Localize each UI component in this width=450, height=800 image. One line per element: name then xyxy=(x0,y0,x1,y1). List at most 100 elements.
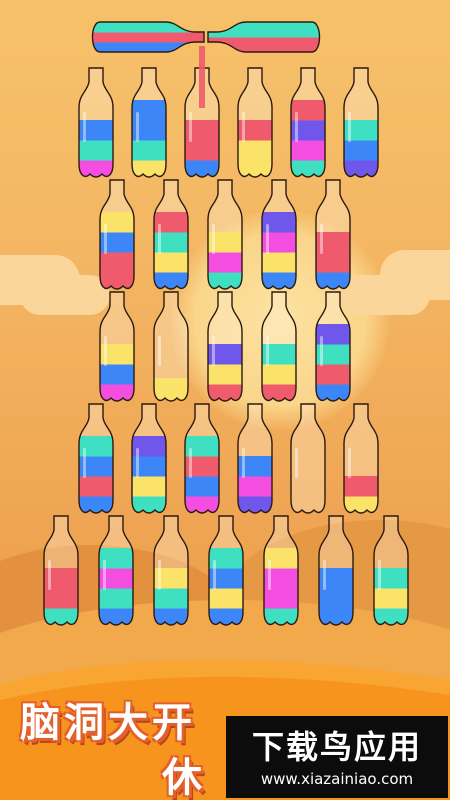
bottle-r1-c6[interactable] xyxy=(342,67,380,181)
bottle-shine xyxy=(158,560,161,590)
bottle-r1-c1[interactable] xyxy=(77,67,115,181)
bottle-r2-c1[interactable] xyxy=(98,179,136,293)
bottle-shine xyxy=(189,112,192,142)
bottle-r1-c4[interactable] xyxy=(236,67,274,181)
bottle-shine xyxy=(83,448,86,478)
pouring-bottle-right xyxy=(207,21,321,53)
bottle-shine xyxy=(266,224,269,254)
liquid-layer-red xyxy=(44,588,78,609)
liquid-layer-teal xyxy=(185,436,219,457)
bottle-r4-c1[interactable] xyxy=(77,403,115,517)
bottle-shine xyxy=(378,560,381,590)
liquid-layer-red xyxy=(238,120,272,141)
bottle-r4-c4[interactable] xyxy=(236,403,274,517)
bottle-r5-c5[interactable] xyxy=(262,515,300,629)
liquid-layer-blue xyxy=(100,364,134,385)
liquid-layer-teal xyxy=(209,548,243,569)
bottle-r5-c3[interactable] xyxy=(152,515,190,629)
liquid-layer-red xyxy=(100,252,134,273)
liquid-layer-teal xyxy=(344,120,378,141)
liquid-layer-teal xyxy=(262,344,296,365)
bottle-shine xyxy=(242,448,245,478)
bottle-shine xyxy=(348,448,351,478)
bottle-r3-c2[interactable] xyxy=(152,291,190,405)
bottle-shine xyxy=(158,336,161,366)
bottle-shine xyxy=(213,560,216,590)
liquid-layer-red xyxy=(291,100,325,121)
bottle-shine xyxy=(158,224,161,254)
bottle-r5-c6[interactable] xyxy=(317,515,355,629)
bottle-r5-c7[interactable] xyxy=(372,515,410,629)
bottle-r5-c1[interactable] xyxy=(42,515,80,629)
bottle-r2-c5[interactable] xyxy=(314,179,352,293)
liquid-layer-yellow xyxy=(132,476,166,497)
liquid-layer-purple xyxy=(208,344,242,365)
bottle-r3-c1[interactable] xyxy=(98,291,136,405)
bottle-shine xyxy=(320,336,323,366)
bottle-shine xyxy=(348,112,351,142)
liquid-layer-blue xyxy=(79,456,113,477)
liquid-layer-red xyxy=(154,212,188,233)
liquid-layer-blue xyxy=(132,456,166,477)
bottle-r4-c2[interactable] xyxy=(130,403,168,517)
liquid-layer-yellow xyxy=(208,364,242,385)
bottle-shine xyxy=(48,560,51,590)
bottle-shine xyxy=(83,112,86,142)
bottle-r4-c6[interactable] xyxy=(342,403,380,517)
liquid-layer-blue xyxy=(344,140,378,161)
liquid-layer-yellow xyxy=(100,344,134,365)
bottle-r3-c5[interactable] xyxy=(314,291,352,405)
liquid-layer-blue xyxy=(100,232,134,253)
bottle-r2-c4[interactable] xyxy=(260,179,298,293)
liquid-layer-pink xyxy=(238,476,272,497)
liquid-layer-blue xyxy=(79,120,113,141)
watermark-title: 下载鸟应用 xyxy=(251,728,422,766)
bottle-r3-c4[interactable] xyxy=(260,291,298,405)
bottle-r5-c2[interactable] xyxy=(97,515,135,629)
liquid-layer-purple xyxy=(291,120,325,141)
bottle-r2-c2[interactable] xyxy=(152,179,190,293)
bottle-r1-c5[interactable] xyxy=(289,67,327,181)
liquid-layer-pink xyxy=(99,568,133,589)
liquid-layer-yellow xyxy=(374,588,408,609)
game-screen: 脑洞大开 休 下载鸟应用 www.xiazainiao.com xyxy=(0,0,450,800)
bottle-shine xyxy=(136,112,139,142)
liquid-layer-red xyxy=(316,232,350,253)
liquid-layer-red xyxy=(185,140,219,161)
liquid-layer-teal xyxy=(99,588,133,609)
liquid-layer-yellow xyxy=(209,588,243,609)
liquid-layer-teal xyxy=(208,22,320,38)
bottle-r5-c4[interactable] xyxy=(207,515,245,629)
bottle-shine xyxy=(323,560,326,590)
bottle-shine xyxy=(266,336,269,366)
bottle-r4-c3[interactable] xyxy=(183,403,221,517)
bottle-r1-c2[interactable] xyxy=(130,67,168,181)
bottle-shine xyxy=(136,448,139,478)
liquid-layer-teal xyxy=(374,568,408,589)
title-line-2: 休 xyxy=(162,755,206,800)
liquid-layer-blue xyxy=(209,568,243,589)
liquid-layer-red xyxy=(44,568,78,589)
bottle-r3-c3[interactable] xyxy=(206,291,244,405)
liquid-layer-teal xyxy=(79,436,113,457)
liquid-layer-blue xyxy=(132,100,166,121)
liquid-layer-blue xyxy=(238,456,272,477)
bottle-shine xyxy=(103,560,106,590)
liquid-layer-red xyxy=(185,120,219,141)
bottle-shine xyxy=(268,560,271,590)
liquid-layer-yellow xyxy=(262,364,296,385)
liquid-layer-purple xyxy=(316,324,350,345)
liquid-layer-purple xyxy=(262,212,296,233)
pouring-bottle-left xyxy=(91,21,205,53)
liquid-layer-yellow xyxy=(154,568,188,589)
liquid-layer-pink xyxy=(264,568,298,589)
liquid-layer-pink xyxy=(208,252,242,273)
liquid-layer-pink xyxy=(291,140,325,161)
bottle-r2-c3[interactable] xyxy=(206,179,244,293)
liquid-layer-yellow xyxy=(208,232,242,253)
title-line-1: 脑洞大开 xyxy=(20,700,196,746)
bottle-grid xyxy=(42,21,410,629)
liquid-layer-purple xyxy=(132,436,166,457)
liquid-layer-red xyxy=(79,476,113,497)
bottle-r4-c5[interactable] xyxy=(290,403,326,514)
